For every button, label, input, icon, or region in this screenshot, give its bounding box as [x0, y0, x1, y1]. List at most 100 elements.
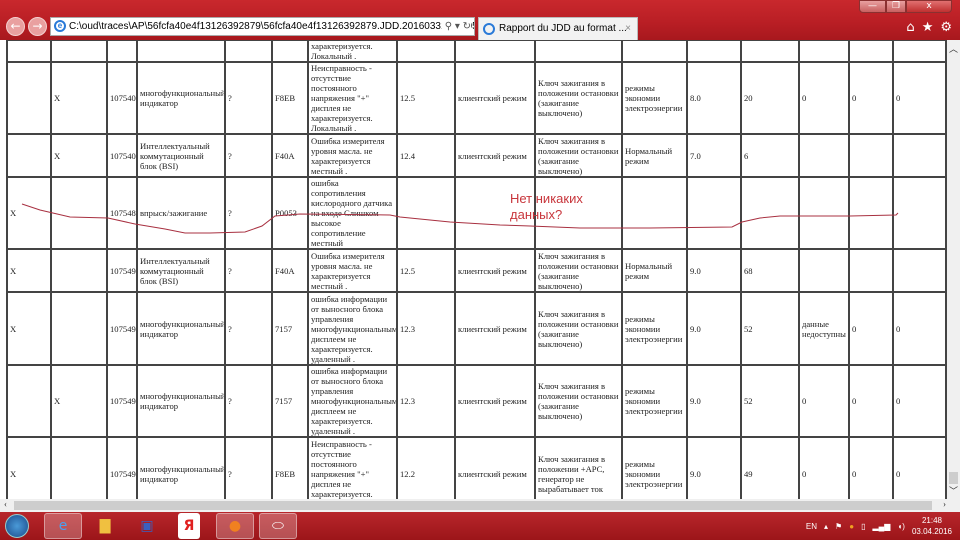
taskbar-yandex-icon[interactable]: Я — [178, 513, 200, 539]
col-voltage — [396, 176, 456, 250]
col-energy-mode — [621, 40, 688, 63]
scroll-down-icon[interactable]: ﹀ — [949, 484, 958, 497]
taskbar-ie-icon[interactable]: e — [44, 513, 82, 539]
col-value4: 0 — [848, 291, 894, 366]
col-x1 — [6, 61, 52, 135]
col-value3 — [798, 176, 850, 250]
tray-expand-icon[interactable]: ▴ — [824, 522, 828, 531]
col-x1 — [6, 133, 52, 178]
favorites-star-icon[interactable]: ★ — [922, 20, 934, 35]
volume-icon[interactable]: ◖) — [897, 522, 905, 531]
vertical-scrollbar[interactable]: ︿ ﹀ — [947, 40, 960, 499]
col-q: ? — [224, 364, 273, 438]
col-value3: 0 — [798, 364, 850, 438]
col-q: ? — [224, 61, 273, 135]
col-mode: клиентский режим — [454, 61, 536, 135]
ie-page-icon: e — [54, 20, 66, 32]
flag-icon[interactable]: ⚑ — [835, 522, 842, 531]
col-ecu: многофункциональный индикатор — [136, 61, 226, 135]
col-code: F8EB — [271, 61, 309, 135]
search-refresh-icons[interactable]: ⚲ ▾ ↻ — [441, 18, 471, 35]
col-ecu: многофункциональный индикатор — [136, 291, 226, 366]
col-value2: 52 — [740, 291, 800, 366]
scroll-left-icon[interactable]: ‹ — [4, 499, 7, 509]
col-ignition: Ключ зажигания в положении остановки (за… — [534, 291, 623, 366]
col-energy-mode: режимы экономии электроэнергии — [621, 291, 688, 366]
table-row: X 107549 многофункциональный индикатор? 715… — [6, 364, 947, 438]
col-x2: X — [50, 364, 108, 438]
col-value4: 0 — [848, 61, 894, 135]
horizontal-scrollbar[interactable]: ‹ › — [0, 499, 960, 512]
col-value5: 0 — [892, 61, 947, 135]
col-value4 — [848, 133, 894, 178]
col-value3: 0 — [798, 436, 850, 499]
col-x1: X — [6, 291, 52, 366]
taskbar-folder-icon[interactable]: ▇ — [86, 513, 124, 539]
col-ecu: впрыск/зажигание — [136, 176, 226, 250]
table-row: X 107540 многофункциональный индикатор? F8E… — [6, 61, 947, 135]
vertical-scroll-thumb[interactable] — [949, 472, 958, 484]
col-vin: 107549 — [106, 248, 138, 293]
col-mode: клиентский режим — [454, 291, 536, 366]
horizontal-scroll-thumb[interactable] — [14, 501, 932, 510]
minimize-button[interactable]: — — [859, 0, 886, 13]
clock[interactable]: 21:48 03.04.2016 — [912, 515, 952, 537]
col-voltage: 12.3 — [396, 364, 456, 438]
col-x1 — [6, 364, 52, 438]
signal-icon[interactable]: ▂▄▆ — [872, 522, 890, 531]
usb-icon[interactable]: ▯ — [861, 522, 865, 531]
taskbar-media-icon[interactable]: ⬭ — [259, 513, 297, 539]
col-q: ? — [224, 133, 273, 178]
col-value2: 49 — [740, 436, 800, 499]
col-value3: данные недоступны — [798, 291, 850, 366]
scroll-right-icon[interactable]: › — [943, 499, 946, 509]
col-x2: X — [50, 61, 108, 135]
scroll-up-icon[interactable]: ︿ — [949, 42, 958, 55]
table-row: X 107549 Интеллектуальный коммутационный б… — [6, 248, 947, 293]
address-text: C:\oud\traces\AP\56fcfa40e4f13126392879\… — [69, 21, 474, 32]
forward-button[interactable]: → — [28, 17, 47, 36]
col-value1 — [686, 176, 742, 250]
col-x1: X — [6, 176, 52, 250]
tab-close-icon[interactable]: × — [625, 18, 631, 39]
col-value5 — [892, 133, 947, 178]
col-code: F8EB — [271, 436, 309, 499]
settings-gear-icon[interactable]: ⚙ — [940, 20, 952, 35]
col-vin: 107548 — [106, 176, 138, 250]
col-value5: 0 — [892, 291, 947, 366]
col-ignition: Ключ зажигания в положении остановки (за… — [534, 364, 623, 438]
col-code: F40A — [271, 248, 309, 293]
annotation-note: Нет никаких данных? — [510, 191, 583, 222]
taskbar-save-icon[interactable]: ▣ — [128, 513, 166, 539]
col-energy-mode: Нормальный режим — [621, 248, 688, 293]
yandex-tray-icon[interactable]: ● — [849, 522, 854, 531]
start-button[interactable] — [5, 514, 29, 538]
col-description: Неисправность - отсутствие постоянного н… — [307, 436, 398, 499]
col-ignition: Ключ зажигания в положении остановки (за… — [534, 248, 623, 293]
col-mode: клиентский режим — [454, 364, 536, 438]
home-icon[interactable]: ⌂ — [906, 20, 914, 35]
col-value5 — [892, 248, 947, 293]
back-button[interactable]: ← — [6, 17, 25, 36]
address-bar[interactable]: e C:\oud\traces\AP\56fcfa40e4f1312639287… — [50, 17, 475, 36]
col-value2 — [740, 176, 800, 250]
col-energy-mode: Нормальный режим — [621, 133, 688, 178]
language-indicator[interactable]: EN — [806, 522, 817, 531]
tab-rapport[interactable]: Rapport du JDD au format ... × — [478, 17, 638, 40]
col-value4 — [848, 40, 894, 63]
close-button[interactable]: x — [906, 0, 952, 13]
col-code — [271, 40, 309, 63]
taskbar: e ▇ ▣ Я ● ⬭ EN ▴ ⚑ ● ▯ ▂▄▆ ◖) 21:48 03.0… — [0, 512, 960, 540]
col-value4: 0 — [848, 436, 894, 499]
col-ignition — [534, 40, 623, 63]
col-x2: X — [50, 133, 108, 178]
col-energy-mode — [621, 176, 688, 250]
col-value2: 20 — [740, 61, 800, 135]
taskbar-firefox-icon[interactable]: ● — [216, 513, 254, 539]
col-voltage: 12.4 — [396, 133, 456, 178]
col-code: 7157 — [271, 291, 309, 366]
col-vin — [106, 40, 138, 63]
col-description: Ошибка измерителя уровня масла. не харак… — [307, 248, 398, 293]
restore-button[interactable]: ❐ — [886, 0, 906, 13]
col-vin: 107540 — [106, 133, 138, 178]
